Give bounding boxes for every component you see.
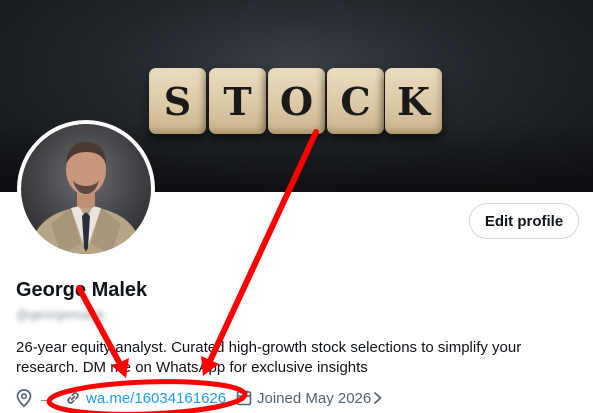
die-k: K [385, 68, 442, 134]
joined-date: Joined May 2026 [257, 389, 372, 407]
bio-line-1: 26-year equity analyst. Curated high-gro… [16, 339, 522, 356]
link-icon [64, 387, 82, 409]
avatar-photo [21, 124, 151, 254]
website-link[interactable]: wa.me/16034161626 [86, 387, 226, 409]
die-c: C [327, 68, 384, 134]
avatar[interactable] [17, 120, 155, 258]
edit-profile-button[interactable]: Edit profile [469, 203, 579, 239]
bio: 26-year equity analyst. Curated high-gro… [16, 338, 536, 378]
die-t: T [209, 68, 266, 134]
location-pin-icon [16, 387, 32, 409]
location-text: → [38, 389, 53, 407]
bio-line-2: research. DM me on WhatsApp for exclusiv… [16, 359, 368, 376]
username-handle: @georgemalek [16, 307, 105, 321]
display-name: George Malek [16, 279, 148, 301]
calendar-icon [236, 387, 252, 409]
chevron-right-icon[interactable] [372, 387, 384, 409]
die-s: S [149, 68, 206, 134]
profile-meta: → wa.me/16034161626 Joined May 2026 [16, 387, 593, 409]
die-o: O [268, 68, 325, 134]
person-portrait [29, 142, 143, 254]
